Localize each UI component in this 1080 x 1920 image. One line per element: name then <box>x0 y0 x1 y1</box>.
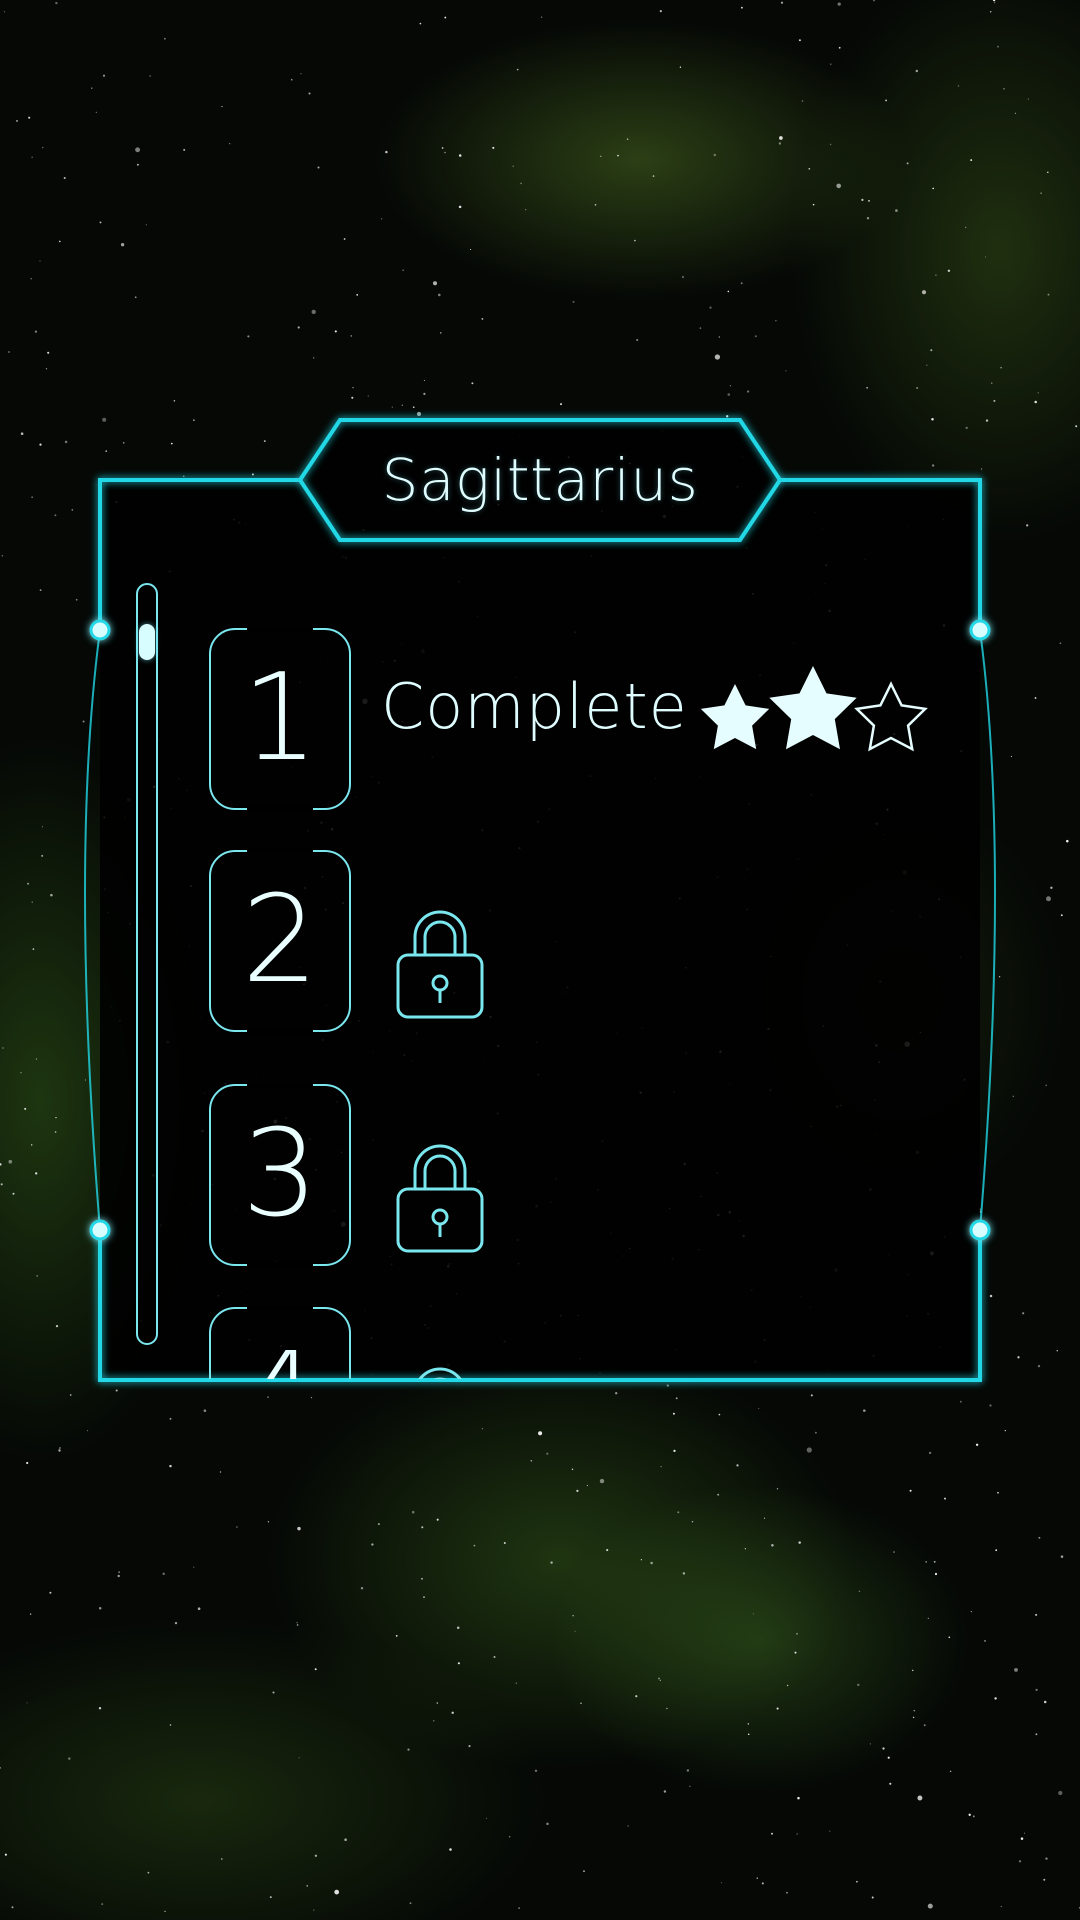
lock-icon <box>396 1144 484 1253</box>
level-status: Complete <box>381 670 688 743</box>
scrollbar-track[interactable] <box>136 583 158 1345</box>
level-4-button[interactable]: 4 <box>209 1305 351 1380</box>
level-number: 1 <box>241 649 319 788</box>
star-filled-icon <box>700 684 770 750</box>
level-row-1[interactable]: 1 Complete <box>195 600 975 812</box>
level-row-3[interactable]: 3 <box>195 1056 975 1268</box>
game-screen: Sagittarius 1 Complete 2 3 <box>0 0 1080 1920</box>
level-list: 1 Complete 2 3 <box>195 600 975 1379</box>
lock-icon <box>396 910 484 1019</box>
level-2-button[interactable]: 2 <box>209 848 351 1034</box>
level-row-2[interactable]: 2 <box>195 822 975 1034</box>
star-rating <box>700 666 928 752</box>
lock-icon <box>418 1367 462 1379</box>
level-number: 3 <box>241 1105 319 1244</box>
level-1-button[interactable]: 1 <box>209 626 351 812</box>
panel-title: Sagittarius <box>381 446 699 514</box>
star-filled-icon <box>769 666 857 750</box>
level-number: 2 <box>241 871 319 1010</box>
level-3-button[interactable]: 3 <box>209 1082 351 1268</box>
level-row-4[interactable]: 4 <box>195 1279 975 1379</box>
scrollbar-thumb[interactable] <box>139 624 155 660</box>
level-number: 4 <box>242 1338 318 1380</box>
star-empty-icon <box>854 681 928 752</box>
